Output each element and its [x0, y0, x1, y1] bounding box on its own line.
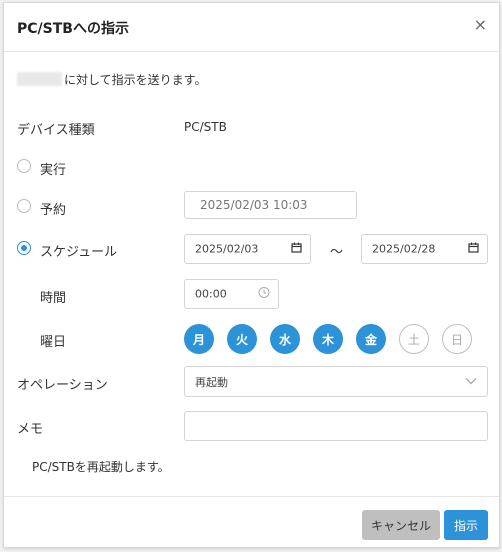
day-tue-toggle[interactable]: 火 [227, 324, 257, 354]
close-icon[interactable]: × [474, 16, 487, 34]
schedule-label: スケジュール [40, 245, 118, 260]
reserve-datetime-value: 2025/02/03 10:03 [200, 198, 308, 212]
dialog-title: PC/STBへの指示 [17, 21, 129, 37]
footer-divider [4, 496, 499, 497]
chevron-down-icon [465, 375, 477, 388]
end-date-value: 2025/02/28 [372, 242, 436, 256]
submit-instruction-button[interactable]: 指示 [444, 510, 488, 540]
day-wed-toggle[interactable]: 水 [270, 324, 300, 354]
day-fri-toggle[interactable]: 金 [356, 324, 386, 354]
time-label: 時間 [40, 291, 67, 306]
clock-icon[interactable] [258, 287, 270, 302]
device-type-value: PC/STB [184, 120, 227, 134]
dialog-header: PC/STBへの指示 × [4, 3, 499, 52]
operation-select[interactable]: 再起動 [184, 366, 488, 397]
day-sat-toggle[interactable]: 土 [399, 324, 429, 354]
operation-description: PC/STBを再起動します。 [32, 460, 170, 474]
weekday-label: 曜日 [40, 335, 67, 350]
intro-text: に対して指示を送ります。 [64, 73, 207, 87]
start-date-value: 2025/02/03 [195, 242, 259, 256]
day-mon-toggle[interactable]: 月 [184, 324, 214, 354]
day-thu-toggle[interactable]: 木 [313, 324, 343, 354]
cancel-button[interactable]: キャンセル [362, 510, 440, 540]
date-range-tilde: ～ [330, 245, 344, 260]
calendar-icon[interactable] [468, 242, 479, 256]
end-date-field[interactable]: 2025/02/28 [361, 234, 488, 264]
memo-label: メモ [17, 422, 44, 437]
run-label: 実行 [40, 163, 67, 178]
day-sun-toggle[interactable]: 日 [442, 324, 472, 354]
time-value: 00:00 [195, 287, 227, 301]
calendar-icon[interactable] [291, 242, 302, 256]
radio-reserve[interactable] [17, 199, 31, 213]
reserve-label: 予約 [40, 203, 67, 218]
start-date-field[interactable]: 2025/02/03 [184, 234, 311, 264]
redacted-device-name [17, 72, 62, 86]
radio-run[interactable] [17, 159, 31, 173]
operation-value: 再起動 [195, 375, 228, 389]
operation-label: オペレーション [17, 378, 108, 393]
time-field[interactable]: 00:00 [184, 279, 279, 309]
device-type-label: デバイス種類 [17, 123, 95, 138]
memo-input[interactable] [184, 411, 488, 441]
radio-schedule[interactable] [17, 241, 31, 255]
reserve-datetime-field[interactable]: 2025/02/03 10:03 [184, 191, 357, 219]
instruction-dialog: PC/STBへの指示 × に対して指示を送ります。 デバイス種類 PC/STB … [3, 2, 500, 548]
